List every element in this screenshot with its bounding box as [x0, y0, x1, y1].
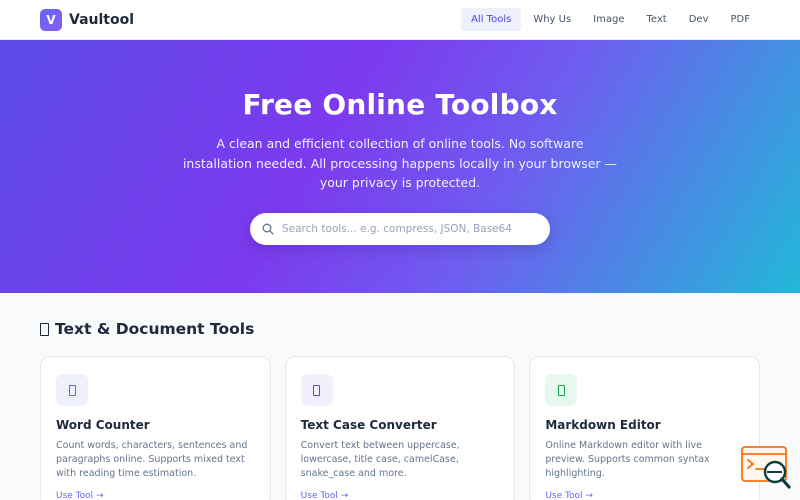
floating-code-search-widget[interactable] [740, 444, 794, 492]
section-title-text: Text & Document Tools [55, 320, 255, 338]
tool-card-text-case-converter[interactable]: Text Case Converter Convert text between… [284, 356, 516, 500]
search-icon [262, 223, 274, 235]
use-tool-link[interactable]: Use Tool → [56, 491, 255, 500]
site-header: V Vaultool All Tools Why Us Image Text D… [0, 0, 800, 40]
nav-dev[interactable]: Dev [679, 8, 719, 31]
document-icon [300, 374, 333, 406]
card-title: Markdown Editor [545, 418, 661, 432]
tool-card-markdown-editor[interactable]: Markdown Editor Online Markdown editor w… [529, 356, 761, 500]
hero: Free Online Toolbox A clean and efficien… [0, 40, 800, 293]
text-document-tools-section: Text & Document Tools Word Counter Count… [0, 293, 800, 500]
use-tool-link[interactable]: Use Tool → [545, 491, 744, 500]
section-title: Text & Document Tools [40, 320, 760, 338]
card-description: Count words, characters, sentences and p… [56, 440, 248, 479]
card-title: Text Case Converter [300, 418, 437, 432]
hero-title: Free Online Toolbox [242, 88, 558, 121]
logo-icon[interactable]: V [40, 8, 62, 31]
nav-why-us[interactable]: Why Us [523, 8, 581, 31]
nav-image[interactable]: Image [583, 8, 634, 31]
nav-text[interactable]: Text [637, 8, 677, 31]
use-tool-link[interactable]: Use Tool → [301, 491, 500, 500]
tool-card-word-counter[interactable]: Word Counter Count words, characters, se… [40, 356, 271, 500]
card-description: Convert text between uppercase, lowercas… [300, 440, 460, 479]
card-title: Word Counter [56, 418, 150, 432]
document-icon [56, 374, 88, 406]
nav-pdf[interactable]: PDF [721, 8, 760, 31]
card-description: Online Markdown editor with live preview… [545, 440, 710, 479]
code-search-icon[interactable] [740, 444, 794, 492]
document-icon [40, 322, 49, 336]
brand-name[interactable]: Vaultool [69, 12, 134, 28]
tool-cards: Word Counter Count words, characters, se… [40, 356, 761, 500]
nav-all-tools[interactable]: All Tools [461, 8, 522, 31]
search-bar[interactable] [250, 212, 550, 245]
hero-description: A clean and efficient collection of onli… [182, 136, 618, 190]
search-input[interactable] [282, 222, 538, 235]
main-nav: All Tools Why Us Image Text Dev PDF [461, 8, 760, 31]
document-icon [545, 374, 578, 406]
brand[interactable]: V Vaultool [40, 8, 134, 31]
